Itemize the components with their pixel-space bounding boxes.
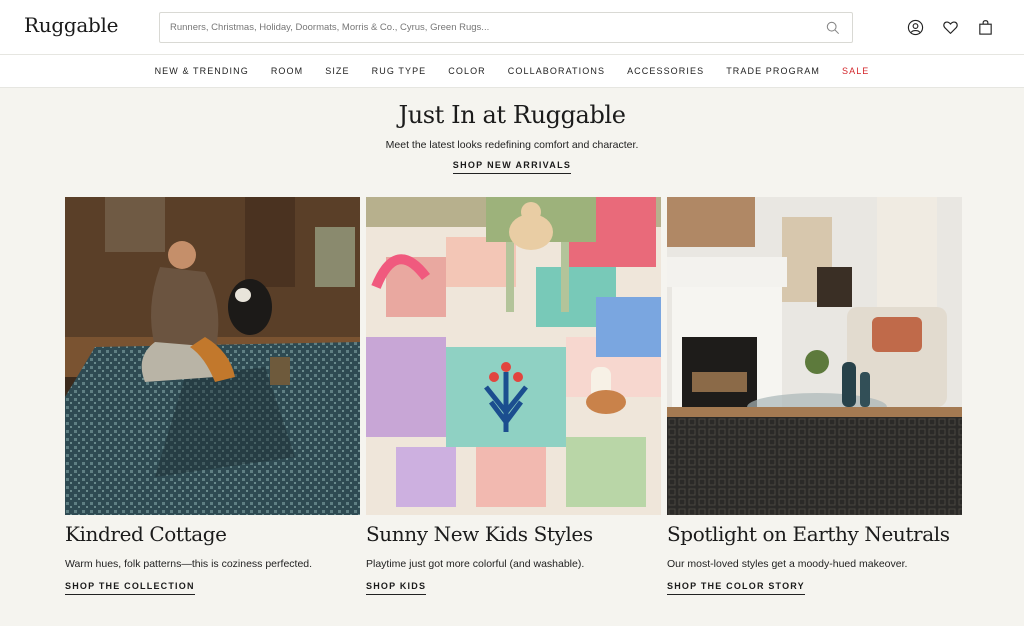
nav-sale[interactable]: SALE [842, 66, 869, 76]
card-description: Our most-loved styles get a moody-hued m… [667, 558, 908, 570]
header-actions [907, 19, 994, 36]
shop-kids-link[interactable]: SHOP KIDS [366, 581, 427, 595]
earthy-neutrals-image[interactable] [667, 197, 962, 515]
hero-section: Just In at Ruggable Meet the latest look… [0, 88, 1024, 174]
card-title: Kindred Cottage [65, 522, 227, 546]
hero-subtitle: Meet the latest looks redefining comfort… [385, 139, 639, 151]
search-bar[interactable] [159, 12, 853, 43]
feature-card-kindred-cottage: Kindred Cottage Warm hues, folk patterns… [65, 197, 360, 595]
card-title: Sunny New Kids Styles [366, 522, 593, 546]
account-icon[interactable] [907, 19, 924, 36]
nav-rug-type[interactable]: RUG TYPE [372, 66, 427, 76]
shop-the-color-story-link[interactable]: SHOP THE COLOR STORY [667, 581, 805, 595]
shop-new-arrivals-link[interactable]: SHOP NEW ARRIVALS [452, 160, 572, 174]
card-description: Warm hues, folk patterns—this is cozines… [65, 558, 313, 570]
search-icon[interactable] [826, 21, 840, 35]
nav-collaborations[interactable]: COLLABORATIONS [508, 66, 605, 76]
kindred-cottage-image[interactable] [65, 197, 360, 515]
kids-styles-image[interactable] [366, 197, 661, 515]
card-description: Playtime just got more colorful (and was… [366, 558, 585, 570]
bag-icon[interactable] [977, 19, 994, 36]
nav-room[interactable]: ROOM [271, 66, 303, 76]
heart-icon[interactable] [942, 19, 959, 36]
shop-the-collection-link[interactable]: SHOP THE COLLECTION [65, 581, 195, 595]
ruggable-logo[interactable]: Ruggable [24, 13, 118, 37]
nav-trade-program[interactable]: TRADE PROGRAM [726, 66, 820, 76]
card-title: Spotlight on Earthy Neutrals [667, 522, 950, 546]
nav-color[interactable]: COLOR [448, 66, 486, 76]
search-input[interactable] [160, 13, 852, 42]
hero-title: Just In at Ruggable [398, 101, 626, 129]
main-nav: NEW & TRENDING ROOM SIZE RUG TYPE COLOR … [0, 55, 1024, 88]
feature-cards: Kindred Cottage Warm hues, folk patterns… [65, 197, 962, 595]
site-header: Ruggable [0, 0, 1024, 55]
feature-card-earthy-neutrals: Spotlight on Earthy Neutrals Our most-lo… [667, 197, 962, 595]
feature-card-kids-styles: Sunny New Kids Styles Playtime just got … [366, 197, 661, 595]
nav-new-trending[interactable]: NEW & TRENDING [155, 66, 249, 76]
nav-size[interactable]: SIZE [325, 66, 349, 76]
nav-accessories[interactable]: ACCESSORIES [627, 66, 704, 76]
